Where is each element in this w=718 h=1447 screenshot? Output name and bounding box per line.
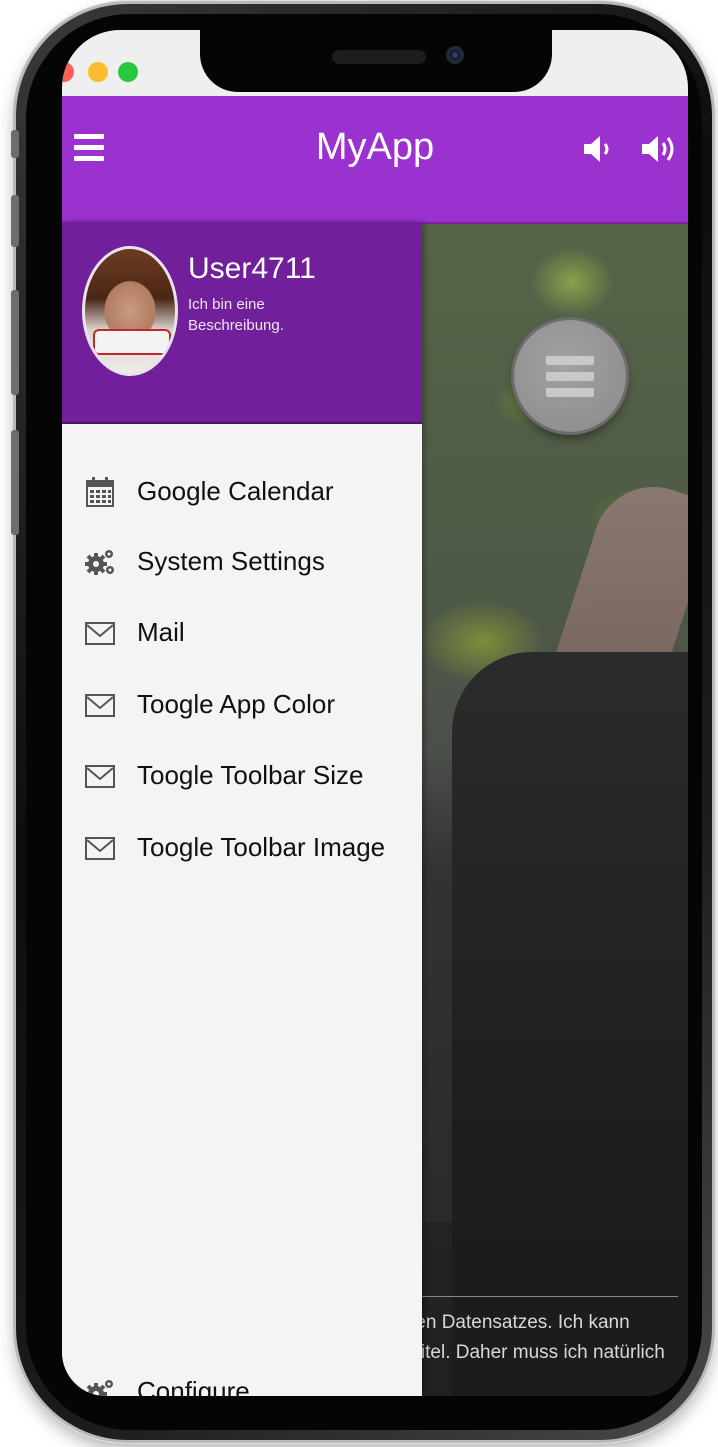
drawer-header: User4711 Ich bin eine Beschreibung. xyxy=(62,222,422,424)
gears-icon xyxy=(85,550,114,575)
volume-down-side-button xyxy=(11,290,19,395)
avatar[interactable] xyxy=(82,246,178,376)
menu-item-configure[interactable]: Configure xyxy=(62,1360,422,1396)
volume-up-icon[interactable] xyxy=(640,130,682,168)
earpiece-speaker xyxy=(332,50,426,64)
navigation-drawer: User4711 Ich bin eine Beschreibung. Goog… xyxy=(62,222,422,1396)
device-screen: ten Datensatzes. Ich kann Titel. Daher m… xyxy=(62,30,688,1396)
front-camera xyxy=(446,46,464,64)
menu-item-label: Google Calendar xyxy=(137,476,334,506)
menu-fab-button[interactable] xyxy=(514,320,626,432)
avatar-helmet xyxy=(93,329,171,355)
envelope-icon xyxy=(85,622,115,645)
envelope-icon xyxy=(85,765,115,788)
caption-divider xyxy=(422,1296,678,1297)
menu-item-toggle-app-color[interactable]: Toogle App Color xyxy=(62,673,422,737)
window-zoom-button[interactable] xyxy=(118,62,138,82)
gears-icon xyxy=(85,1380,113,1396)
caption-line-2: Titel. Daher muss ich natürlich xyxy=(410,1342,665,1363)
volume-up-side-button xyxy=(11,195,19,247)
window-close-button[interactable] xyxy=(62,62,74,82)
user-description: Ich bin eine Beschreibung. xyxy=(188,296,284,334)
menu-item-label: Toogle Toolbar Image xyxy=(137,832,386,862)
menu-item-mail[interactable]: Mail xyxy=(62,601,422,665)
menu-item-label: Toogle App Color xyxy=(137,689,336,719)
mute-switch xyxy=(11,130,19,158)
menu-item-google-calendar[interactable]: Google Calendar xyxy=(62,460,422,524)
menu-item-label: Configure xyxy=(137,1376,250,1396)
menu-item-label: Toogle Toolbar Size xyxy=(137,760,364,790)
menu-fab-icon xyxy=(546,356,594,365)
app-toolbar: MyApp xyxy=(62,96,688,224)
envelope-icon xyxy=(85,694,115,717)
menu-item-label: System Settings xyxy=(137,546,325,576)
user-name: User4711 xyxy=(188,252,316,285)
device-notch xyxy=(200,30,552,92)
photo-caption: ten Datensatzes. Ich kann Titel. Daher m… xyxy=(410,1308,688,1368)
menu-item-label: Mail xyxy=(137,617,185,647)
volume-down-icon[interactable] xyxy=(580,130,622,168)
envelope-icon xyxy=(85,837,115,860)
power-side-button xyxy=(11,430,19,535)
caption-line-1: ten Datensatzes. Ich kann xyxy=(410,1312,630,1333)
calendar-icon xyxy=(86,477,114,507)
menu-item-system-settings[interactable]: System Settings xyxy=(62,530,422,594)
menu-item-toggle-toolbar-image[interactable]: Toogle Toolbar Image xyxy=(62,816,422,880)
window-minimize-button[interactable] xyxy=(88,62,108,82)
menu-item-toggle-toolbar-size[interactable]: Toogle Toolbar Size xyxy=(62,744,422,808)
